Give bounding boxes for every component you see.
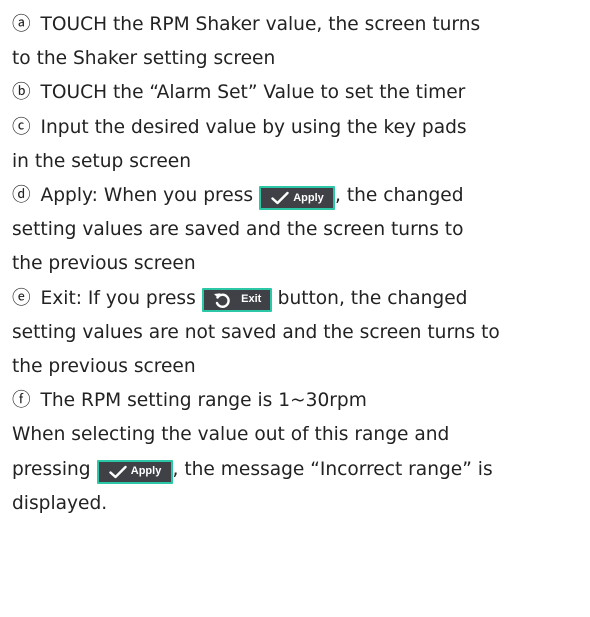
item-e-text-2: setting values are not saved and the scr… — [12, 321, 500, 343]
item-c-line-1: ⓒ Input the desired value by using the k… — [12, 111, 578, 145]
item-d-text-2: setting values are saved and the screen … — [12, 219, 464, 241]
item-c-text-1: Input the desired value by using the key… — [40, 116, 467, 138]
item-b-text-1: TOUCH the “Alarm Set” Value to set the t… — [40, 82, 466, 104]
item-b-marker: ⓑ — [12, 82, 31, 104]
item-d-text-3: the previous screen — [12, 253, 196, 275]
apply-button-label: Apply — [130, 465, 162, 478]
apply-button-2[interactable]: Apply — [96, 459, 173, 484]
item-f-text-before: pressing — [12, 458, 91, 480]
item-a-text-2: to the Shaker setting screen — [12, 48, 276, 70]
instruction-document: ⓐ TOUCH the RPM Shaker value, the screen… — [0, 0, 590, 521]
item-f-line-1: ⓕ The RPM setting range is 1~30rpm — [12, 384, 578, 418]
item-a-line-1: ⓐ TOUCH the RPM Shaker value, the screen… — [12, 8, 578, 42]
item-d-marker: ⓓ — [12, 185, 31, 207]
checkmark-icon — [109, 465, 127, 478]
item-e-text-before: Exit: If you press — [40, 287, 196, 309]
item-f-text-after: , the message “Incorrect range” is — [172, 458, 493, 480]
item-d-text-before: Apply: When you press — [40, 185, 254, 207]
item-e-line-1: ⓔ Exit: If you press Exit button, the ch… — [12, 282, 578, 316]
item-a-text-1: TOUCH the RPM Shaker value, the screen t… — [40, 14, 481, 35]
item-f-text-4: displayed. — [12, 492, 108, 514]
item-d-line-1: ⓓ Apply: When you press Apply , the chang… — [12, 179, 578, 213]
item-f-text-2: When selecting the value out of this ran… — [12, 424, 450, 446]
item-f-text-1: The RPM setting range is 1~30rpm — [40, 390, 367, 412]
item-e-text-3: the previous screen — [12, 356, 196, 378]
item-e-text-after: button, the changed — [277, 287, 468, 309]
exit-button-label: Exit — [241, 293, 262, 306]
item-d-text-after: , the changed — [335, 185, 464, 207]
checkmark-icon — [271, 191, 289, 205]
item-e-marker: ⓔ — [12, 287, 31, 309]
apply-button-label: Apply — [293, 191, 324, 204]
item-f-line-3: pressing Apply , the message “Incorrect r… — [12, 453, 578, 487]
item-a-marker: ⓐ — [12, 14, 31, 35]
exit-button[interactable]: Exit — [201, 287, 272, 312]
undo-arrow-icon — [214, 292, 230, 308]
apply-button[interactable]: Apply — [259, 186, 336, 211]
item-c-marker: ⓒ — [12, 116, 31, 138]
item-b-line-1: ⓑ TOUCH the “Alarm Set” Value to set the… — [12, 76, 578, 110]
item-f-marker: ⓕ — [12, 390, 31, 412]
item-c-text-2: in the setup screen — [12, 150, 192, 172]
